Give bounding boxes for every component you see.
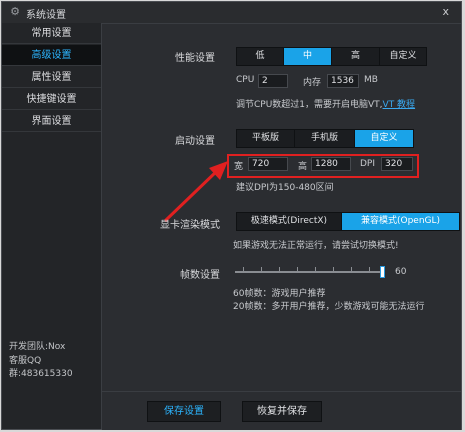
fps-tick bbox=[279, 267, 280, 271]
render-option-opengl[interactable]: 兼容模式(OpenGL) bbox=[342, 213, 459, 230]
performance-selector: 低 中 高 自定义 bbox=[236, 47, 427, 66]
performance-option-custom[interactable]: 自定义 bbox=[380, 48, 426, 65]
dpi-label: DPI bbox=[360, 159, 376, 169]
width-input[interactable]: 720 bbox=[248, 157, 288, 171]
startup-option-phone[interactable]: 手机版 bbox=[295, 130, 355, 147]
fps-value: 60 bbox=[395, 267, 407, 277]
fps-hint-60: 60帧数：游戏用户推荐 bbox=[233, 289, 326, 299]
vt-tutorial-link[interactable]: VT 教程 bbox=[383, 100, 416, 110]
performance-label: 性能设置 bbox=[175, 53, 215, 64]
fps-slider[interactable] bbox=[235, 263, 389, 281]
sidebar-item-properties[interactable]: 属性设置 bbox=[2, 67, 101, 88]
save-button[interactable]: 保存设置 bbox=[147, 401, 221, 422]
sidebar-item-interface[interactable]: 界面设置 bbox=[2, 111, 101, 132]
cpu-label: CPU bbox=[236, 75, 255, 85]
fps-tick bbox=[243, 267, 244, 271]
fps-label: 帧数设置 bbox=[180, 270, 220, 281]
gear-icon: ⚙ bbox=[10, 5, 20, 18]
settings-window: ⚙ 系统设置 x 常用设置 高级设置 属性设置 快捷键设置 界面设置 开发团队:… bbox=[1, 1, 462, 430]
fps-tick bbox=[261, 267, 262, 271]
fps-tick bbox=[351, 267, 352, 271]
fps-hint-20: 20帧数：多开用户推荐，少数游戏可能无法运行 bbox=[233, 302, 425, 312]
support-qq-text: 客服QQ群:483615330 bbox=[9, 356, 73, 379]
startup-option-tablet[interactable]: 平板版 bbox=[237, 130, 295, 147]
vt-hint: 调节CPU数超过1，需要开启电脑VT,VT 教程 bbox=[236, 97, 415, 110]
performance-option-low[interactable]: 低 bbox=[237, 48, 284, 65]
close-button[interactable]: x bbox=[442, 5, 449, 18]
restore-and-save-button[interactable]: 恢复并保存 bbox=[242, 401, 322, 422]
cpu-input[interactable]: 2 bbox=[258, 74, 288, 88]
dpi-input[interactable]: 320 bbox=[381, 157, 413, 171]
main-panel: 性能设置 低 中 高 自定义 CPU 2 内存 1536 MB 调节CPU数超过… bbox=[102, 23, 461, 391]
startup-selector: 平板版 手机版 自定义 bbox=[236, 129, 414, 148]
performance-option-medium[interactable]: 中 bbox=[284, 48, 332, 65]
dpi-hint: 建议DPI为150-480区间 bbox=[236, 183, 334, 193]
footer: 保存设置 恢复并保存 bbox=[102, 391, 461, 430]
sidebar-item-advanced[interactable]: 高级设置 bbox=[2, 45, 101, 66]
fps-tick bbox=[333, 267, 334, 271]
vt-hint-text: 调节CPU数超过1，需要开启电脑VT, bbox=[236, 100, 383, 110]
fps-tick bbox=[369, 267, 370, 271]
render-mode-selector: 极速模式(DirectX) 兼容模式(OpenGL) bbox=[236, 212, 460, 231]
title-bar: ⚙ 系统设置 x bbox=[2, 2, 461, 24]
startup-label: 启动设置 bbox=[175, 136, 215, 147]
memory-input[interactable]: 1536 bbox=[327, 74, 359, 88]
render-option-directx[interactable]: 极速模式(DirectX) bbox=[237, 213, 342, 230]
sidebar: 常用设置 高级设置 属性设置 快捷键设置 界面设置 开发团队:Nox 客服QQ群… bbox=[2, 23, 102, 429]
fps-tick bbox=[315, 267, 316, 271]
sidebar-item-common[interactable]: 常用设置 bbox=[2, 23, 101, 44]
dev-team-text: 开发团队:Nox bbox=[9, 342, 66, 352]
fps-slider-thumb[interactable] bbox=[380, 266, 385, 278]
memory-unit: MB bbox=[364, 75, 378, 85]
sidebar-item-shortcuts[interactable]: 快捷键设置 bbox=[2, 89, 101, 110]
width-label: 宽 bbox=[234, 162, 244, 172]
startup-option-custom[interactable]: 自定义 bbox=[355, 130, 413, 147]
render-mode-label: 显卡渲染模式 bbox=[160, 220, 220, 231]
fps-slider-track bbox=[235, 271, 385, 273]
memory-label: 内存 bbox=[303, 78, 322, 88]
performance-option-high[interactable]: 高 bbox=[332, 48, 380, 65]
height-label: 高 bbox=[298, 162, 308, 172]
height-input[interactable]: 1280 bbox=[311, 157, 351, 171]
render-mode-hint: 如果游戏无法正常运行，请尝试切换模式! bbox=[233, 241, 399, 251]
fps-tick bbox=[297, 267, 298, 271]
window-title: 系统设置 bbox=[26, 10, 66, 21]
